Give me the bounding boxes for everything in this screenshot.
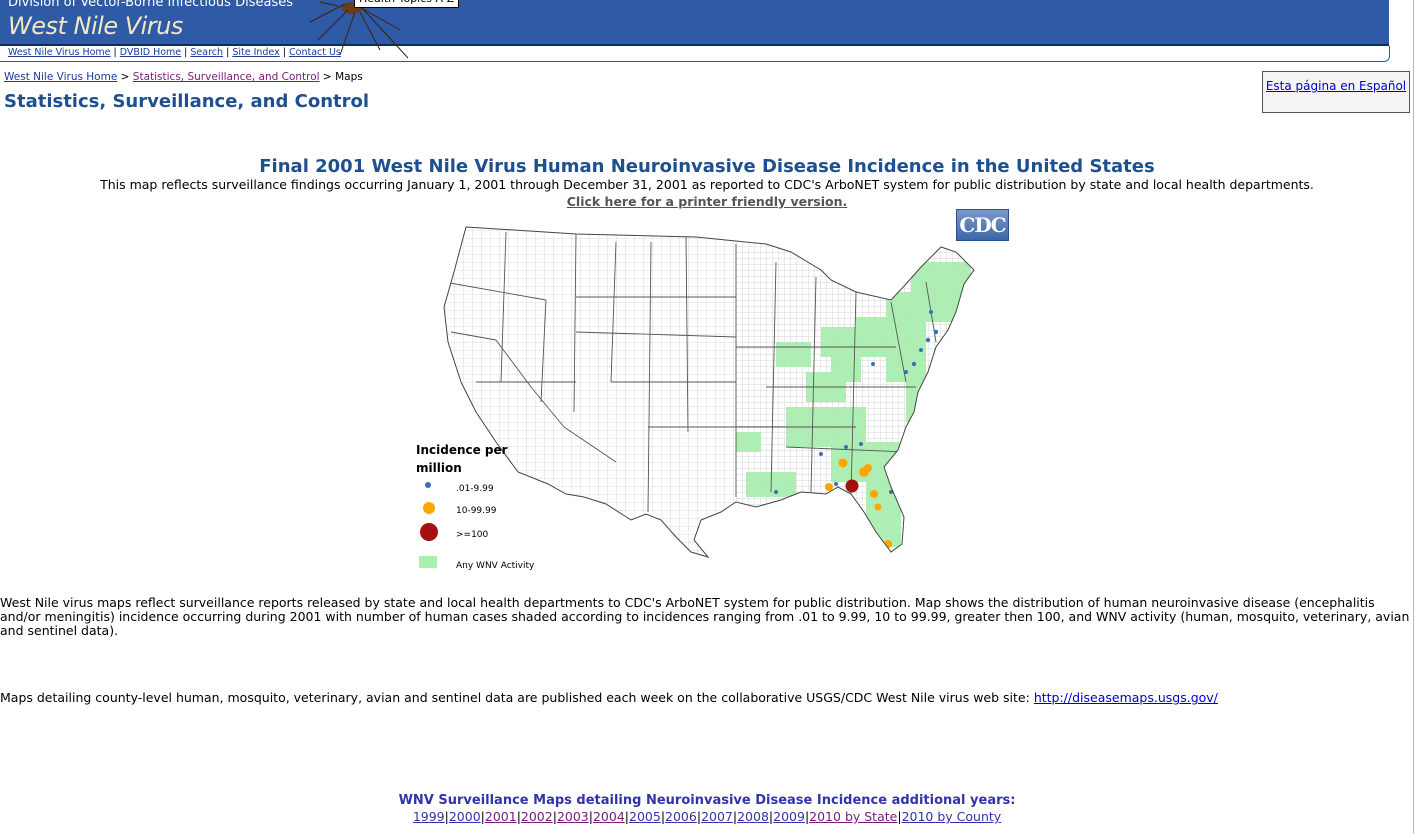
site-banner: Division of Vector-Borne Infectious Dise… [0,0,1389,59]
year-link-2005[interactable]: 2005 [629,809,661,824]
printer-friendly-link[interactable]: Click here for a printer friendly versio… [567,194,848,209]
year-link-2001[interactable]: 2001 [485,809,517,824]
year-links: 1999|2000|2001|2002|2003|2004|2005|2006|… [412,809,1002,824]
large-dot-icon [420,523,438,541]
division-name: Division of Vector-Borne Infectious Dise… [8,0,293,10]
year-link-2010-state[interactable]: 2010 by State [809,809,897,824]
breadcrumb-home[interactable]: West Nile Virus Home [4,71,117,83]
year-link-2007[interactable]: 2007 [701,809,733,824]
nav-separator: | [226,47,230,58]
year-link-2003[interactable]: 2003 [557,809,589,824]
map-explanation: West Nile virus maps reflect surveillanc… [0,595,1410,638]
map-heading: Final 2001 West Nile Virus Human Neuroin… [259,156,1155,177]
medium-dot-icon [423,502,435,514]
legend-label: 10-99.99 [456,506,497,516]
usgs-link[interactable]: http://diseasemaps.usgs.gov/ [1034,690,1218,705]
spanish-version-link[interactable]: Esta página en Español [1266,79,1406,93]
year-link-2010-county[interactable]: 2010 by County [902,809,1002,824]
breadcrumb-separator: > [322,71,332,83]
us-county-map [443,226,975,558]
nav-link-site-index[interactable]: Site Index [232,47,279,58]
top-nav: West Nile Virus Home | DVBID Home | Sear… [8,47,341,58]
maps-detail-text: Maps detailing county-level human, mosqu… [0,690,1030,705]
green-square-icon [419,556,437,568]
map-description: This map reflects surveillance findings … [100,177,1314,192]
breadcrumb-current: Maps [335,71,363,83]
nav-link-contact-us[interactable]: Contact Us [289,47,341,58]
nav-link-wnv-home[interactable]: West Nile Virus Home [8,47,111,58]
year-link-1999[interactable]: 1999 [413,809,445,824]
more-years-heading: WNV Surveillance Maps detailing Neuroinv… [398,793,1016,808]
legend-title: Incidence per million [416,443,508,475]
map-legend: Incidence per million .01-9.99 10-99.99 … [416,441,534,571]
nav-link-dvbid-home[interactable]: DVBID Home [120,47,181,58]
breadcrumb: West Nile Virus Home > Statistics, Surve… [4,71,363,83]
legend-label: .01-9.99 [456,484,494,494]
year-link-2004[interactable]: 2004 [593,809,625,824]
nav-separator: | [282,47,286,58]
breadcrumb-section[interactable]: Statistics, Surveillance, and Control [133,71,320,83]
legend-label: Any WNV Activity [456,561,535,571]
year-link-2002[interactable]: 2002 [521,809,553,824]
year-link-2006[interactable]: 2006 [665,809,697,824]
maps-detail: Maps detailing county-level human, mosqu… [0,690,1218,705]
spanish-version-box: Esta página en Español [1262,71,1410,113]
year-link-2008[interactable]: 2008 [737,809,769,824]
site-title[interactable]: West Nile Virus [8,12,183,40]
nav-separator: | [113,47,117,58]
nav-link-search[interactable]: Search [190,47,223,58]
health-topics-button[interactable]: Health Topics A-Z [354,0,460,8]
breadcrumb-separator: > [120,71,130,83]
small-dot-icon [425,482,431,488]
legend-label: >=100 [456,530,489,540]
year-link-2000[interactable]: 2000 [449,809,481,824]
page-title: Statistics, Surveillance, and Control [4,91,370,112]
scrollbar-track[interactable] [1413,0,1422,834]
year-link-2009[interactable]: 2009 [773,809,805,824]
nav-separator: | [184,47,188,58]
printer-friendly-container: Click here for a printer friendly versio… [0,194,1414,209]
